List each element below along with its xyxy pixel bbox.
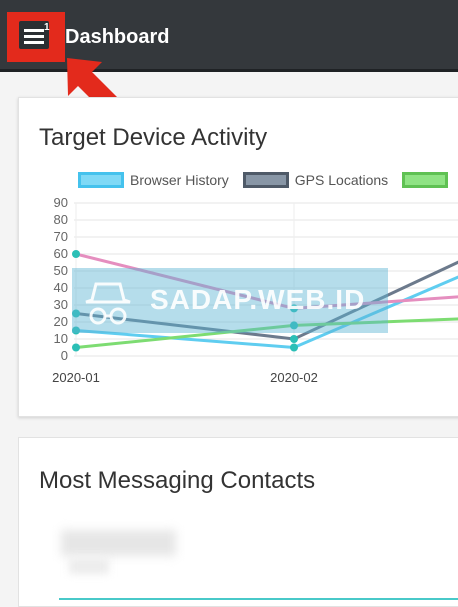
- data-point: [290, 335, 298, 343]
- activity-card: Target Device Activity Browser History G…: [18, 97, 458, 417]
- contacts-card: Most Messaging Contacts: [18, 437, 458, 607]
- watermark: SADAP.WEB.ID: [72, 268, 388, 333]
- y-tick-label: 80: [54, 212, 68, 227]
- blurred-contact-name: [61, 530, 176, 556]
- y-tick-label: 50: [54, 263, 68, 278]
- y-tick-label: 20: [54, 314, 68, 329]
- x-tick-label: 2020-01: [52, 370, 100, 385]
- contacts-card-title: Most Messaging Contacts: [39, 467, 316, 494]
- legend-label: GPS Locations: [294, 172, 389, 188]
- y-tick-label: 70: [54, 229, 68, 244]
- legend-item[interactable]: GPS Locations: [242, 172, 389, 188]
- spy-hat-logo-icon: [85, 282, 131, 325]
- activity-card-title: Target Device Activity: [39, 124, 268, 151]
- data-point: [72, 250, 80, 258]
- y-tick-label: 10: [54, 331, 68, 346]
- legend-item[interactable]: Browser History: [78, 172, 229, 188]
- legend-item[interactable]: [402, 172, 449, 188]
- y-tick-label: 0: [61, 348, 68, 363]
- menu-button-highlight[interactable]: 1: [7, 12, 65, 62]
- data-point: [72, 343, 80, 352]
- data-point: [290, 343, 298, 352]
- y-tick-label: 30: [54, 297, 68, 312]
- x-tick-label: 2020-02: [270, 370, 318, 385]
- watermark-text: SADAP.WEB.ID: [150, 284, 366, 315]
- chart-legend: Browser History GPS Locations: [78, 172, 449, 188]
- y-tick-label: 40: [54, 280, 68, 295]
- legend-label: Browser History: [130, 172, 229, 188]
- notification-badge: 1: [44, 22, 50, 33]
- blurred-contact-detail: [69, 558, 109, 574]
- y-tick-label: 90: [54, 195, 68, 210]
- y-tick-label: 60: [54, 246, 68, 261]
- page-title: Dashboard: [65, 26, 170, 48]
